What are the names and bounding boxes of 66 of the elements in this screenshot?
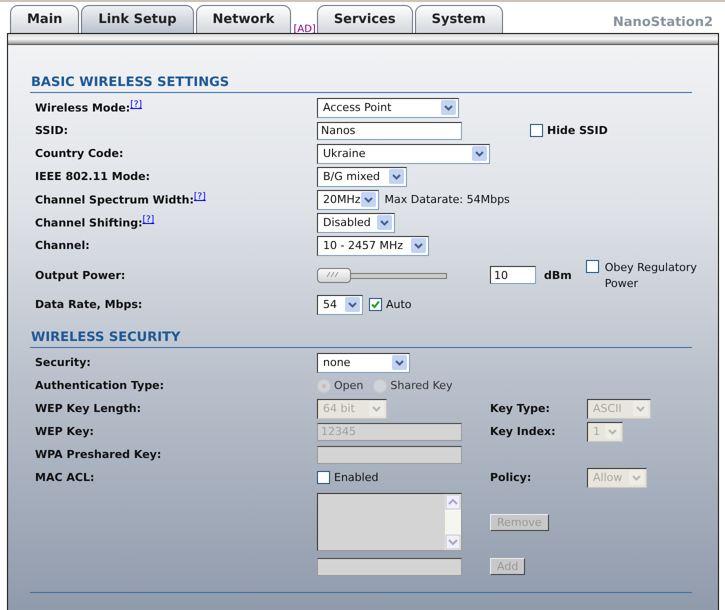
caret-icon bbox=[441, 100, 456, 115]
dropdown[interactable]: B/G mixed bbox=[317, 166, 407, 186]
slider-track[interactable] bbox=[317, 267, 447, 283]
checkbox-label: Enabled bbox=[334, 471, 378, 484]
dropdown[interactable]: Ukraine bbox=[317, 144, 490, 164]
caret-icon bbox=[633, 401, 648, 416]
dropdown[interactable]: 20MHz bbox=[317, 190, 379, 210]
section-heading: WIRELESS SECURITY bbox=[30, 330, 692, 348]
field-label: Channel Spectrum Width: bbox=[35, 194, 194, 207]
help-link[interactable]: [?] bbox=[194, 192, 206, 202]
checkbox-label: Obey Regulatory Power bbox=[604, 260, 698, 292]
field-label: Policy: bbox=[490, 471, 532, 484]
text-field[interactable]: Nanos bbox=[317, 122, 462, 140]
nav-tab[interactable]: Main bbox=[10, 5, 80, 33]
field-label: IEEE 802.11 Mode: bbox=[35, 170, 150, 183]
caret-icon bbox=[377, 215, 392, 230]
field-label: WEP Key Length: bbox=[35, 402, 141, 415]
field-label: Data Rate, Mbps: bbox=[35, 298, 142, 311]
caret-icon bbox=[629, 470, 644, 485]
unit-label: dBm bbox=[544, 268, 572, 282]
caret-icon bbox=[472, 146, 487, 161]
field-label: Output Power: bbox=[35, 268, 126, 282]
field-label: WEP Key: bbox=[35, 425, 94, 438]
dropdown[interactable]: none bbox=[317, 352, 410, 372]
dropdown[interactable]: Access Point bbox=[317, 98, 459, 118]
nav-tab[interactable]: Services bbox=[316, 5, 413, 33]
checkbox[interactable] bbox=[317, 471, 330, 484]
caret-icon bbox=[360, 192, 376, 207]
section-heading: BASIC WIRELESS SETTINGS bbox=[30, 75, 692, 93]
caret-icon bbox=[369, 401, 384, 416]
nav-tab[interactable]: Link Setup bbox=[81, 5, 194, 33]
caret-icon bbox=[345, 297, 360, 312]
caret-icon bbox=[605, 424, 620, 439]
caret-icon bbox=[411, 238, 426, 253]
field-label: Security: bbox=[35, 356, 91, 369]
help-link[interactable]: [?] bbox=[130, 100, 142, 110]
field-label: Key Index: bbox=[490, 425, 557, 438]
field-label: MAC ACL: bbox=[35, 471, 94, 484]
radio-label: Shared Key bbox=[390, 379, 453, 392]
caret-icon bbox=[392, 355, 407, 370]
nav-tab[interactable]: System bbox=[414, 5, 503, 33]
checkbox-label: Hide SSID bbox=[547, 124, 608, 137]
field-label: Channel Shifting: bbox=[35, 216, 142, 230]
dropdown[interactable]: 54 bbox=[317, 294, 363, 314]
field-label: Wireless Mode: bbox=[35, 102, 130, 115]
ad-link[interactable]: [AD] bbox=[293, 24, 316, 35]
slider-thumb[interactable] bbox=[317, 268, 351, 283]
checkbox[interactable] bbox=[530, 124, 543, 137]
field-label: Key Type: bbox=[490, 402, 551, 415]
field-label: SSID: bbox=[35, 124, 68, 137]
radio-label: Open bbox=[334, 379, 364, 392]
datarate-note: Max Datarate: 54Mbps bbox=[384, 193, 510, 206]
dropdown[interactable]: Disabled bbox=[317, 212, 395, 232]
nav-tab[interactable]: Network bbox=[196, 5, 292, 33]
text-field[interactable]: 10 bbox=[490, 266, 536, 284]
checkbox[interactable] bbox=[586, 260, 599, 273]
caret-icon bbox=[389, 169, 404, 184]
checkbox-label: Auto bbox=[386, 298, 412, 311]
field-label: WPA Preshared Key: bbox=[35, 448, 162, 461]
dropdown[interactable]: 10 - 2457 MHz bbox=[317, 236, 429, 256]
field-label: Country Code: bbox=[35, 147, 124, 160]
device-name: NanoStation2 bbox=[612, 14, 713, 30]
help-link[interactable]: [?] bbox=[142, 215, 154, 226]
field-label: Channel: bbox=[35, 239, 90, 252]
field-label: Authentication Type: bbox=[35, 379, 164, 392]
checkbox[interactable] bbox=[369, 298, 382, 311]
